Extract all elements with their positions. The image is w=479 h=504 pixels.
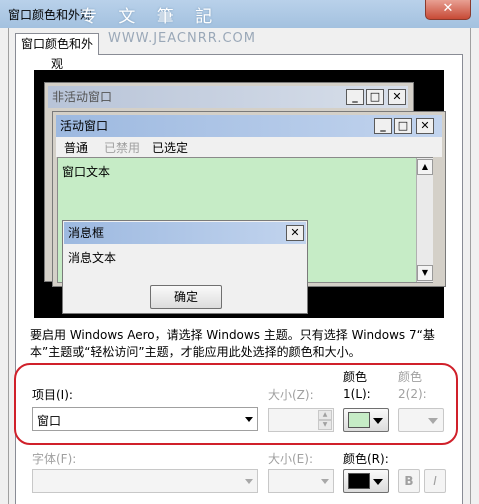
preview-scrollbar[interactable] — [416, 158, 433, 282]
message-box-caption[interactable]: 消息框 — [64, 222, 306, 244]
highlight-ring — [14, 363, 458, 445]
window-text: 窗口文本 — [62, 165, 111, 179]
active-close-icon: ✕ — [416, 118, 434, 134]
font-select[interactable] — [32, 469, 258, 493]
inactive-close-icon: ✕ — [388, 89, 406, 105]
menu-item-normal[interactable]: 普通 — [64, 139, 88, 156]
italic-button[interactable]: I — [424, 469, 446, 493]
item-select[interactable]: 窗口 — [32, 407, 258, 431]
item-select-value: 窗口 — [37, 414, 62, 428]
color2-label: 颜色 2(2): — [398, 370, 427, 401]
font-label: 字体(F): — [32, 452, 77, 466]
aero-notice: 要启用 Windows Aero，请选择 Windows 主题。只有选择 Win… — [30, 328, 435, 359]
inactive-minimize-icon: _ — [346, 89, 364, 105]
chevron-down-icon — [245, 417, 253, 422]
watermark: 专 文 筆 記 — [80, 7, 221, 27]
close-button[interactable]: ✕ — [425, 0, 471, 20]
ok-button[interactable]: 确定 — [150, 285, 222, 309]
color1-swatch — [348, 412, 370, 428]
active-maximize-icon: □ — [394, 118, 412, 134]
font-color-picker-button[interactable] — [343, 469, 389, 493]
color1-label: 颜色 1(L): — [343, 370, 371, 401]
tab-window-color-appearance[interactable]: 窗口颜色和外观 — [15, 33, 99, 71]
font-color-swatch — [348, 473, 370, 489]
chevron-down-icon — [373, 479, 383, 485]
item-size-label: 大小(Z): — [268, 388, 314, 402]
chevron-down-icon — [321, 479, 329, 484]
item-size-input[interactable]: ▲ ▼ — [268, 408, 334, 432]
menu-item-disabled[interactable]: 已禁用 — [104, 139, 140, 156]
font-size-select[interactable] — [268, 469, 334, 493]
message-text: 消息文本 — [68, 251, 117, 265]
bold-button[interactable]: B — [398, 469, 420, 493]
spin-down-icon[interactable]: ▼ — [318, 420, 332, 430]
font-size-label: 大小(E): — [268, 452, 313, 466]
inactive-maximize-icon: □ — [366, 89, 384, 105]
spin-up-icon[interactable]: ▲ — [318, 410, 332, 420]
font-color-label: 颜色(R): — [343, 452, 389, 466]
menu-item-selected[interactable]: 已选定 — [152, 139, 188, 156]
watermark-url: WWW.JEACNRR.COM — [108, 31, 256, 46]
scroll-down-icon[interactable]: ▼ — [417, 265, 433, 281]
active-minimize-icon: _ — [374, 118, 392, 134]
scroll-up-icon[interactable]: ▲ — [417, 159, 433, 175]
chevron-down-icon — [428, 418, 438, 424]
message-box-title: 消息框 — [68, 226, 105, 240]
color2-picker-button[interactable] — [398, 408, 444, 432]
color1-picker-button[interactable] — [343, 408, 389, 432]
message-box-close-icon: ✕ — [286, 225, 304, 241]
chevron-down-icon — [373, 418, 383, 424]
item-label: 项目(I): — [32, 388, 73, 402]
chevron-down-icon — [245, 479, 253, 484]
